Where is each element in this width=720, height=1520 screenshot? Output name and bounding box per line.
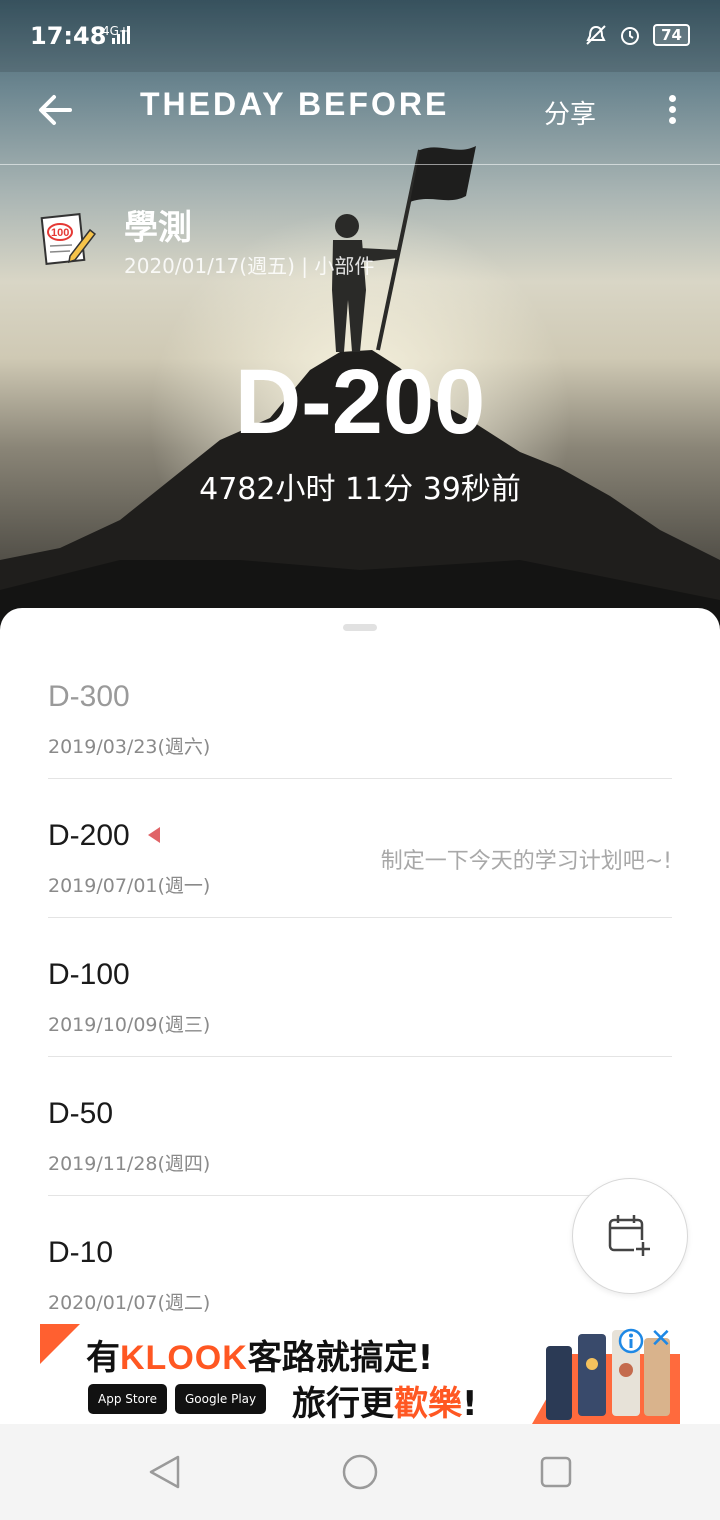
system-nav-bar — [0, 1424, 720, 1520]
milestone-item[interactable]: D-50 2019/11/28(週四) — [48, 1057, 672, 1196]
ad-corner-decoration — [40, 1324, 80, 1364]
event-subtitle: 2020/01/17(週五) | 小部件 — [124, 254, 375, 278]
battery-level: 74 — [653, 24, 690, 46]
more-vertical-icon[interactable] — [664, 92, 680, 128]
milestone-date: 2019/07/01(週一) — [48, 875, 211, 897]
event-title: 學測 — [124, 208, 192, 248]
alarm-icon — [621, 27, 640, 45]
app-logo: THEDAY BEFORE — [140, 86, 450, 122]
ad-headline-mid: 客路 — [247, 1338, 316, 1378]
nav-home-icon[interactable] — [342, 1454, 378, 1490]
signal-icon — [112, 26, 130, 44]
milestone-date: 2020/01/07(週二) — [48, 1292, 211, 1314]
back-arrow-icon[interactable] — [36, 90, 76, 130]
milestone-date: 2019/11/28(週四) — [48, 1153, 211, 1175]
ad-tagline-accent: 歡樂 — [394, 1384, 462, 1424]
status-time: 17:48 — [30, 22, 107, 50]
milestone-label: D-10 — [48, 1236, 114, 1269]
mute-bell-icon — [586, 25, 606, 45]
sheet-drag-handle[interactable] — [343, 624, 377, 631]
milestone-label: D-100 — [48, 958, 130, 991]
milestone-item[interactable]: D-300 2019/03/23(週六) — [48, 640, 672, 779]
ad-tagline: 旅行更歡樂! — [292, 1376, 478, 1424]
milestone-date: 2019/10/09(週三) — [48, 1014, 211, 1036]
ad-tagline-suffix: ! — [462, 1384, 478, 1424]
ad-close-icon[interactable]: ✕ — [650, 1326, 672, 1352]
hero-banner: 17:48 4G+ 74 THEDAY BEFORE 分享 100 學測 202… — [0, 0, 720, 640]
ad-info-icon[interactable] — [618, 1328, 644, 1354]
elapsed-time: 4782小时 11分 39秒前 — [199, 472, 521, 507]
ad-headline: 有KLOOK客路就搞定! — [86, 1330, 433, 1379]
milestone-item[interactable]: D-200 2019/07/01(週一) 制定一下今天的学习计划吧~! — [48, 779, 672, 918]
app-bar: THEDAY BEFORE 分享 — [0, 54, 720, 164]
calendar-add-icon — [608, 1215, 652, 1258]
milestone-label: D-50 — [48, 1097, 114, 1130]
milestone-note: 制定一下今天的学习计划吧~! — [380, 849, 672, 874]
google-play-badge[interactable]: Google Play — [174, 1384, 267, 1414]
nav-recents-icon[interactable] — [540, 1456, 572, 1488]
milestone-date: 2019/03/23(週六) — [48, 736, 211, 758]
ad-tagline-prefix: 旅行更 — [292, 1384, 394, 1424]
svg-text:100: 100 — [51, 227, 69, 239]
app-bar-divider — [0, 164, 720, 165]
ad-headline-prefix: 有 — [86, 1338, 120, 1378]
milestone-label: D-300 — [48, 680, 130, 713]
current-marker-icon — [148, 827, 160, 843]
nav-back-icon[interactable] — [148, 1454, 182, 1490]
ad-banner[interactable]: 有KLOOK客路就搞定! App Store Google Play 旅行更歡樂… — [40, 1324, 680, 1424]
exam-paper-pencil-icon: 100 — [40, 213, 96, 265]
share-button[interactable]: 分享 — [544, 94, 596, 131]
store-badges: App Store Google Play — [88, 1384, 267, 1414]
ad-brand: KLOOK — [120, 1339, 248, 1377]
add-milestone-button[interactable] — [572, 1178, 688, 1294]
ad-headline-suffix: 就搞定! — [315, 1338, 434, 1378]
milestone-item[interactable]: D-100 2019/10/09(週三) — [48, 918, 672, 1057]
milestone-label: D-200 — [48, 819, 130, 852]
countdown-value: D-200 — [234, 351, 486, 453]
app-store-badge[interactable]: App Store — [88, 1384, 167, 1414]
